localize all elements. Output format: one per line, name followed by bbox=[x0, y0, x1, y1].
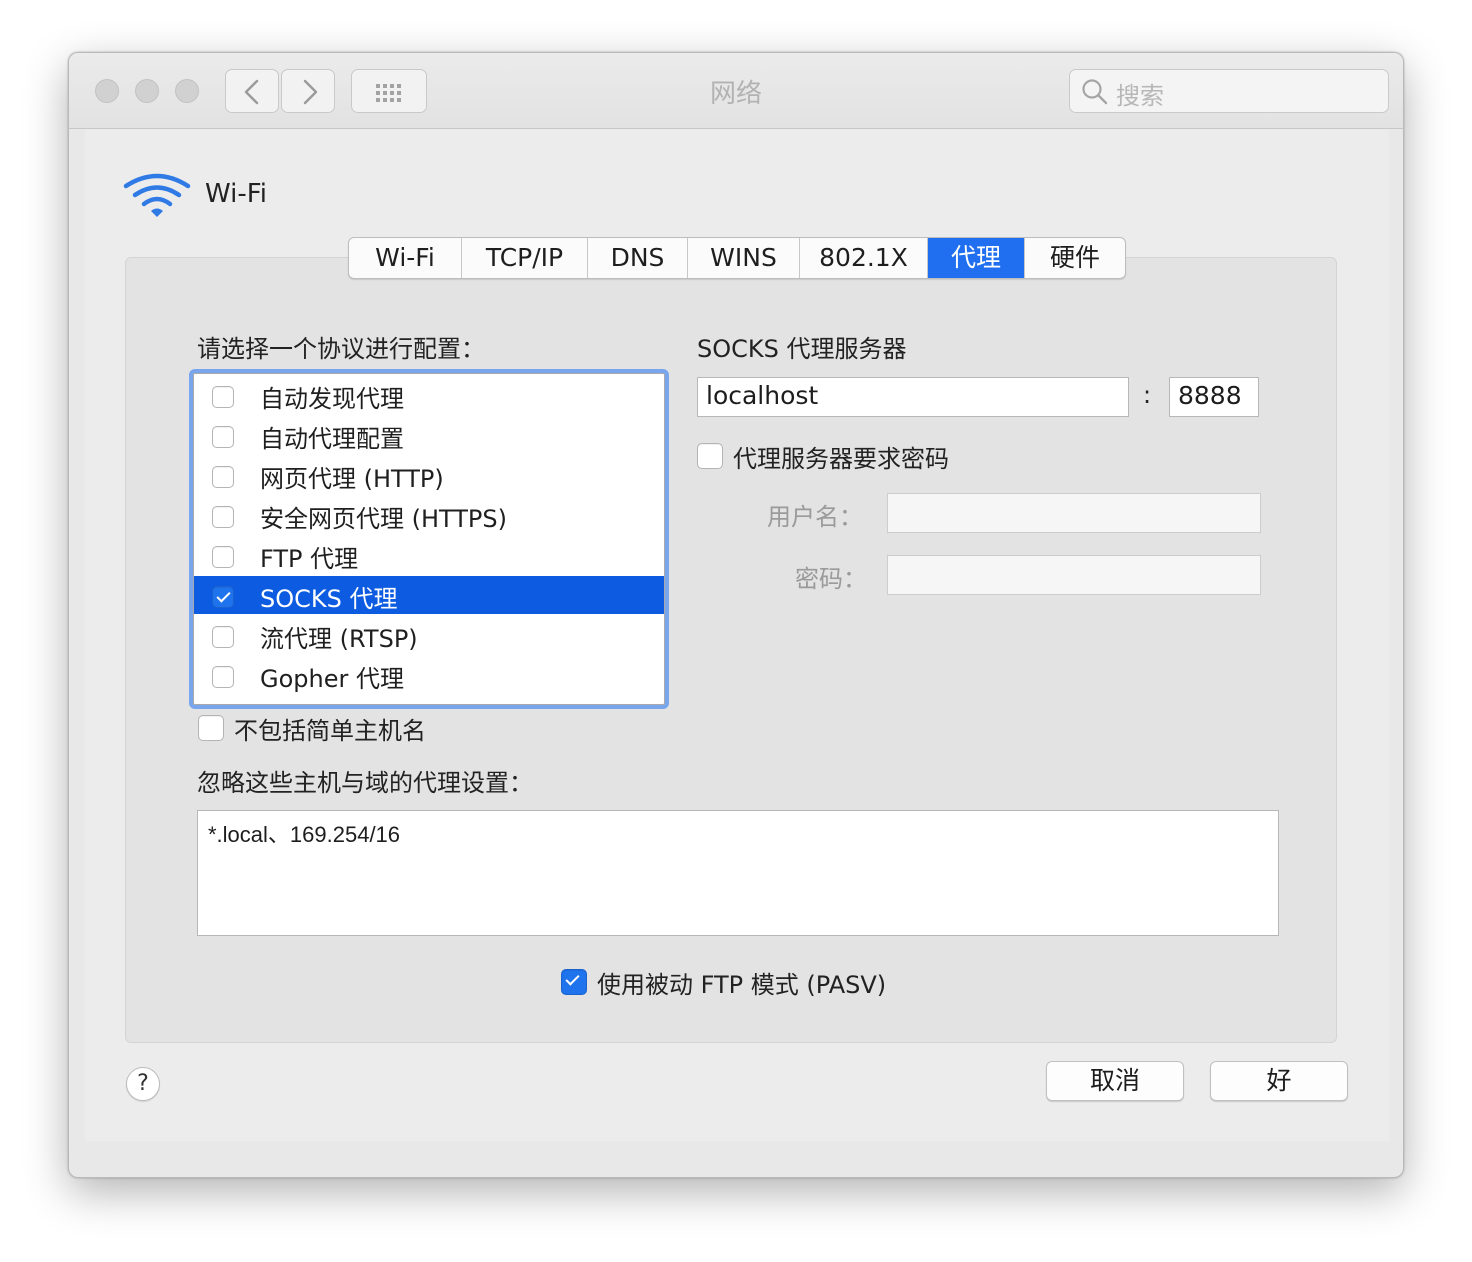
search-icon bbox=[1082, 79, 1108, 105]
protocol-list-heading: 请选择一个协议进行配置： bbox=[197, 335, 485, 363]
proxy-port-field[interactable]: 8888 bbox=[1169, 377, 1259, 417]
exclude-simple-hostnames-checkbox[interactable] bbox=[198, 715, 224, 741]
search-placeholder: 搜索 bbox=[1116, 82, 1164, 110]
service-name: Wi-Fi bbox=[205, 179, 268, 209]
help-button[interactable]: ? bbox=[126, 1067, 160, 1101]
host-port-separator: : bbox=[1143, 381, 1152, 409]
protocol-row-http[interactable]: 网页代理 (HTTP) bbox=[194, 456, 664, 494]
protocol-checkbox[interactable] bbox=[212, 666, 234, 688]
protocol-checkbox[interactable] bbox=[212, 386, 234, 408]
protocol-list[interactable]: 自动发现代理 自动代理配置 网页代理 (HTTP) 安全网页代理 (HTTPS)… bbox=[189, 369, 669, 709]
proxy-host-field[interactable]: localhost bbox=[697, 377, 1129, 417]
protocol-row-auto-discovery[interactable]: 自动发现代理 bbox=[194, 376, 664, 414]
protocol-label: 安全网页代理 (HTTPS) bbox=[260, 505, 508, 533]
tab-bar: Wi-Fi TCP/IP DNS WINS 802.1X 代理 硬件 bbox=[348, 237, 1126, 279]
tab-wins[interactable]: WINS bbox=[688, 238, 800, 278]
protocol-row-auto-config[interactable]: 自动代理配置 bbox=[194, 416, 664, 454]
tab-hardware[interactable]: 硬件 bbox=[1025, 238, 1125, 278]
require-password-checkbox[interactable] bbox=[697, 443, 723, 469]
username-label: 用户名： bbox=[767, 503, 863, 531]
tab-8021x[interactable]: 802.1X bbox=[800, 238, 928, 278]
server-heading: SOCKS 代理服务器 bbox=[697, 335, 907, 363]
protocol-label: Gopher 代理 bbox=[260, 665, 404, 693]
protocol-checkbox[interactable] bbox=[212, 426, 234, 448]
protocol-row-socks[interactable]: SOCKS 代理 bbox=[194, 576, 664, 614]
protocol-checkbox[interactable] bbox=[212, 506, 234, 528]
protocol-label: 自动代理配置 bbox=[260, 425, 404, 453]
protocol-row-ftp[interactable]: FTP 代理 bbox=[194, 536, 664, 574]
username-field[interactable] bbox=[887, 493, 1261, 533]
passive-ftp-label: 使用被动 FTP 模式 (PASV) bbox=[597, 971, 887, 999]
tab-proxies[interactable]: 代理 bbox=[928, 238, 1025, 278]
protocol-label: 自动发现代理 bbox=[260, 385, 404, 413]
protocol-checkbox[interactable] bbox=[212, 466, 234, 488]
protocol-label: 流代理 (RTSP) bbox=[260, 625, 418, 653]
cancel-button[interactable]: 取消 bbox=[1046, 1061, 1184, 1101]
password-label: 密码： bbox=[795, 565, 867, 593]
wifi-icon bbox=[123, 173, 191, 217]
password-field[interactable] bbox=[887, 555, 1261, 595]
protocol-label: SOCKS 代理 bbox=[260, 585, 398, 613]
bypass-heading: 忽略这些主机与域的代理设置： bbox=[197, 769, 533, 797]
protocol-checkbox[interactable] bbox=[212, 586, 234, 608]
ok-button[interactable]: 好 bbox=[1210, 1061, 1348, 1101]
title-bar: 网络 搜索 bbox=[69, 53, 1403, 129]
exclude-simple-hostnames-label: 不包括简单主机名 bbox=[234, 717, 426, 745]
protocol-row-https[interactable]: 安全网页代理 (HTTPS) bbox=[194, 496, 664, 534]
require-password-label: 代理服务器要求密码 bbox=[733, 445, 949, 473]
tab-tcpip[interactable]: TCP/IP bbox=[462, 238, 588, 278]
protocol-label: 网页代理 (HTTP) bbox=[260, 465, 444, 493]
bypass-hosts-textarea[interactable]: *.local、169.254/16 bbox=[197, 810, 1279, 936]
search-field[interactable]: 搜索 bbox=[1069, 69, 1389, 113]
network-preferences-window: 网络 搜索 Wi-Fi Wi-Fi TCP/IP DNS WINS 802.1X… bbox=[68, 52, 1404, 1178]
protocol-checkbox[interactable] bbox=[212, 546, 234, 568]
tab-dns[interactable]: DNS bbox=[588, 238, 688, 278]
protocol-label: FTP 代理 bbox=[260, 545, 359, 573]
tab-wifi[interactable]: Wi-Fi bbox=[349, 238, 462, 278]
passive-ftp-checkbox[interactable] bbox=[561, 969, 587, 995]
protocol-row-gopher[interactable]: Gopher 代理 bbox=[194, 656, 664, 694]
protocol-row-rtsp[interactable]: 流代理 (RTSP) bbox=[194, 616, 664, 654]
protocol-checkbox[interactable] bbox=[212, 626, 234, 648]
